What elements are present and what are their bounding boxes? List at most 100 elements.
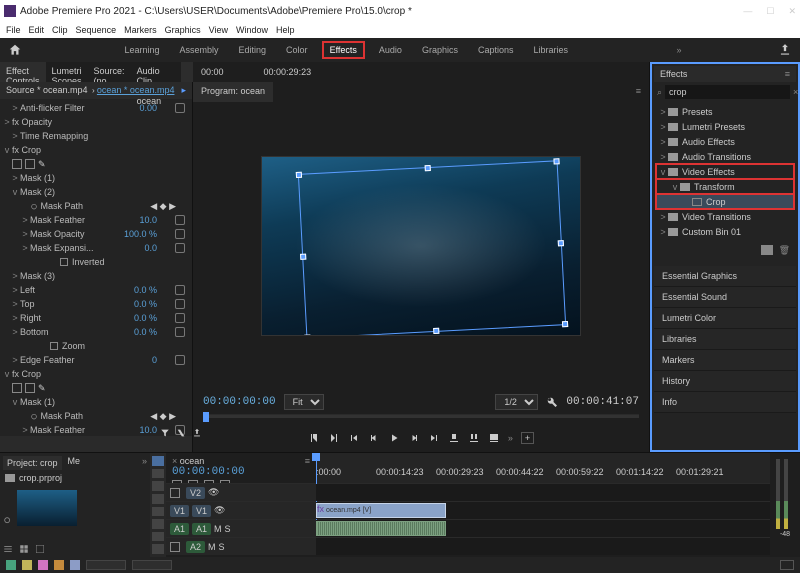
property-row[interactable]: >Left0.0 % bbox=[4, 283, 188, 297]
property-row[interactable]: >Mask Feather10.0 bbox=[4, 213, 188, 227]
property-row[interactable]: >Mask (1) bbox=[4, 171, 188, 185]
project-file[interactable]: crop.prproj bbox=[19, 473, 62, 483]
clear-search-icon[interactable]: × bbox=[793, 87, 798, 97]
hand-tool[interactable] bbox=[152, 532, 164, 542]
ec-tab[interactable]: Audio Clip Mixer: ocean bbox=[131, 62, 175, 82]
property-row[interactable]: vfx Crop bbox=[4, 367, 188, 381]
workspace-assembly[interactable]: Assembly bbox=[174, 41, 225, 59]
pen-mask-icon[interactable]: ✎ bbox=[38, 383, 46, 394]
effects-item[interactable]: >Video Transitions bbox=[656, 209, 794, 224]
program-tab[interactable]: Program: ocean bbox=[193, 82, 273, 102]
toggle-track-icon[interactable] bbox=[170, 542, 180, 552]
ellipse-mask-icon[interactable] bbox=[12, 159, 22, 169]
go-to-in-icon[interactable] bbox=[348, 432, 360, 444]
property-row[interactable]: >Mask (3) bbox=[4, 269, 188, 283]
property-row[interactable]: >Edge Feather0 bbox=[4, 353, 188, 367]
panel-markers[interactable]: Markers bbox=[654, 350, 796, 371]
icon-view-icon[interactable] bbox=[19, 544, 29, 554]
timeline-timecode[interactable]: 00:00:00:00 bbox=[172, 466, 245, 478]
ec-tab[interactable]: Effect Controls bbox=[0, 62, 46, 82]
rect-mask-icon[interactable] bbox=[25, 383, 35, 393]
clip-thumbnail[interactable] bbox=[17, 490, 77, 526]
step-forward-icon[interactable] bbox=[408, 432, 420, 444]
property-row[interactable]: >Anti-flicker Filter0.00 bbox=[4, 101, 188, 115]
menu-window[interactable]: Window bbox=[236, 25, 268, 35]
track-lane[interactable] bbox=[316, 520, 770, 537]
video-monitor[interactable] bbox=[193, 102, 649, 390]
property-row[interactable]: >Right0.0 % bbox=[4, 311, 188, 325]
menu-sequence[interactable]: Sequence bbox=[76, 25, 117, 35]
menu-edit[interactable]: Edit bbox=[29, 25, 45, 35]
new-bin-icon[interactable] bbox=[761, 245, 773, 255]
crop-overlay[interactable] bbox=[298, 160, 566, 336]
slip-tool[interactable] bbox=[152, 507, 164, 517]
track-select-tool[interactable] bbox=[152, 469, 164, 479]
list-view-icon[interactable] bbox=[3, 544, 13, 554]
property-row[interactable]: Mask Path◀ ◆ ▶ bbox=[4, 199, 188, 213]
effects-item[interactable]: >Custom Bin 01 bbox=[656, 224, 794, 239]
mark-in-icon[interactable] bbox=[308, 432, 320, 444]
playhead[interactable] bbox=[203, 412, 209, 422]
sequence-link[interactable]: ocean * ocean.mp4 bbox=[97, 85, 175, 95]
track-source[interactable]: A1 bbox=[170, 523, 189, 535]
property-row[interactable]: >Bottom0.0 % bbox=[4, 325, 188, 339]
label-color-swatch[interactable] bbox=[54, 560, 64, 570]
effects-item[interactable]: vVideo Effects bbox=[656, 164, 794, 179]
timecode-in[interactable]: 00:00:00:00 bbox=[203, 396, 276, 408]
workspace-audio[interactable]: Audio bbox=[373, 41, 408, 59]
razor-tool[interactable] bbox=[152, 494, 164, 504]
label-color-swatch[interactable] bbox=[22, 560, 32, 570]
extract-icon[interactable] bbox=[468, 432, 480, 444]
home-icon[interactable] bbox=[8, 43, 22, 57]
ec-tab[interactable]: Source: (no clips) bbox=[88, 62, 131, 82]
property-row[interactable]: Mask Path◀ ◆ ▶ bbox=[4, 409, 188, 423]
track-lane[interactable] bbox=[316, 484, 770, 501]
workspace-libraries[interactable]: Libraries bbox=[528, 41, 575, 59]
menu-clip[interactable]: Clip bbox=[52, 25, 68, 35]
track-lane[interactable]: fxocean.mp4 [V] bbox=[316, 502, 770, 519]
workspace-learning[interactable]: Learning bbox=[118, 41, 165, 59]
project-tab[interactable]: Project: crop bbox=[3, 456, 62, 470]
panel-menu-icon[interactable]: ≡ bbox=[628, 82, 649, 100]
rect-mask-icon[interactable] bbox=[25, 159, 35, 169]
filter-icon[interactable] bbox=[160, 428, 170, 438]
position-bar[interactable] bbox=[193, 414, 649, 424]
track-source[interactable]: V1 bbox=[170, 505, 189, 517]
track-label[interactable]: A2 bbox=[186, 541, 205, 553]
selection-tool[interactable] bbox=[152, 456, 164, 466]
menu-view[interactable]: View bbox=[209, 25, 228, 35]
wrench-icon[interactable] bbox=[546, 396, 558, 408]
panel-essential-graphics[interactable]: Essential Graphics bbox=[654, 266, 796, 287]
property-row[interactable]: >Top0.0 % bbox=[4, 297, 188, 311]
effects-item[interactable]: >Presets bbox=[656, 104, 794, 119]
track-label[interactable]: V1 bbox=[192, 505, 211, 517]
panel-lumetri-color[interactable]: Lumetri Color bbox=[654, 308, 796, 329]
panel-menu-icon[interactable]: ≡ bbox=[305, 456, 310, 466]
audio-clip[interactable] bbox=[316, 521, 446, 536]
minimize-button[interactable]: — bbox=[743, 6, 752, 17]
sequence-tab[interactable]: ocean bbox=[180, 456, 205, 466]
effects-item[interactable]: vTransform bbox=[656, 179, 794, 194]
menu-markers[interactable]: Markers bbox=[124, 25, 157, 35]
mark-out-icon[interactable] bbox=[328, 432, 340, 444]
zoom-select[interactable]: Fit bbox=[284, 394, 324, 410]
track-label[interactable]: A1 bbox=[192, 523, 211, 535]
property-row[interactable]: >Time Remapping bbox=[4, 129, 188, 143]
property-row[interactable]: >fx Opacity bbox=[4, 115, 188, 129]
go-to-out-icon[interactable] bbox=[428, 432, 440, 444]
timeline-ruler[interactable]: :00:0000:00:14:2300:00:29:2300:00:44:220… bbox=[316, 453, 770, 483]
label-color-swatch[interactable] bbox=[38, 560, 48, 570]
effects-item[interactable]: >Audio Transitions bbox=[656, 149, 794, 164]
track-label[interactable]: V2 bbox=[186, 487, 205, 499]
pen-tool[interactable] bbox=[152, 519, 164, 529]
property-row[interactable]: >Mask Opacity100.0 % bbox=[4, 227, 188, 241]
type-tool[interactable] bbox=[152, 544, 164, 554]
video-clip[interactable]: fxocean.mp4 [V] bbox=[316, 503, 446, 518]
panel-info[interactable]: Info bbox=[654, 392, 796, 413]
property-row[interactable]: vfx Crop bbox=[4, 143, 188, 157]
effects-item[interactable]: Crop bbox=[656, 194, 794, 209]
status-quality-icon[interactable] bbox=[780, 560, 794, 570]
track-lane[interactable] bbox=[316, 538, 770, 555]
workspace-color[interactable]: Color bbox=[280, 41, 314, 59]
eye-icon[interactable]: 👁 bbox=[214, 505, 225, 516]
